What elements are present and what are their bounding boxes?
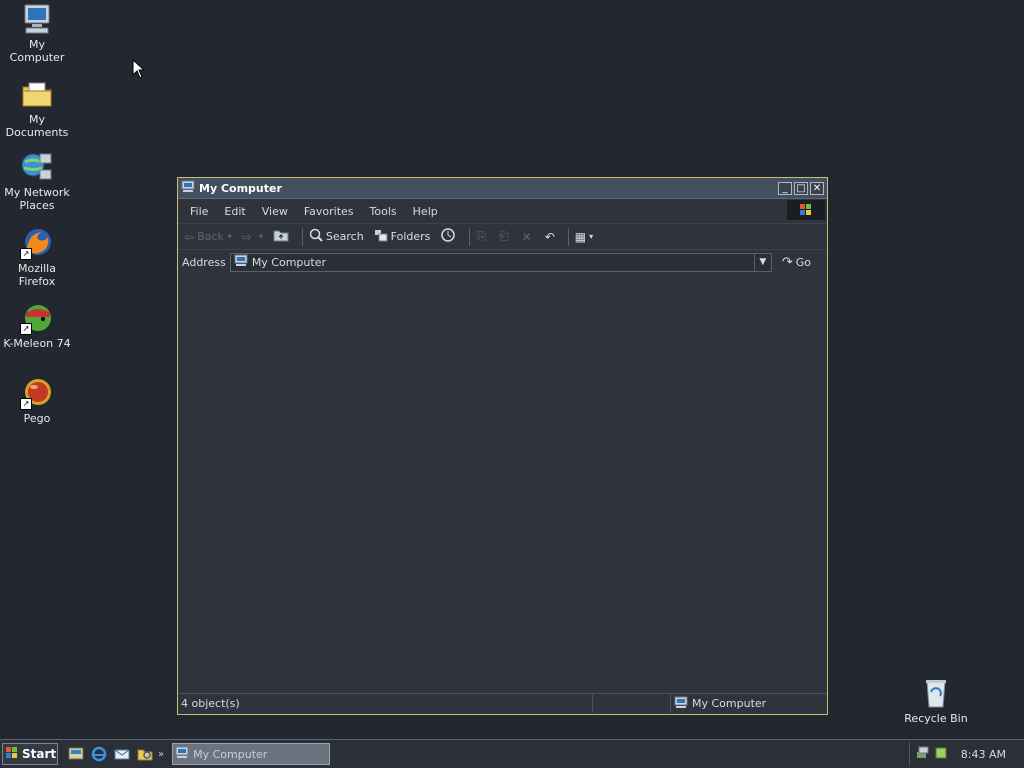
recycle-bin-icon (919, 676, 953, 710)
back-button[interactable]: ⇦ Back ▾ (184, 230, 232, 244)
go-arrow-icon: ↷ (781, 254, 793, 270)
search-button[interactable]: Search (309, 228, 364, 245)
toolbar-separator (301, 227, 303, 246)
move-to-icon: ⎘ (476, 229, 487, 243)
desktop-icon-my-computer[interactable]: My Computer (0, 2, 74, 64)
address-label: Address (182, 255, 226, 269)
close-button[interactable]: ✕ (810, 181, 824, 195)
desktop-icon-pego[interactable]: ↗ Pego (0, 376, 74, 425)
desktop-icon-label: Mozilla Firefox (18, 262, 56, 288)
network-globe-icon (20, 150, 54, 184)
internet-explorer-icon[interactable] (91, 746, 107, 762)
desktop-icon-k-meleon[interactable]: ↗ K-Meleon 74 (0, 301, 74, 350)
history-icon (440, 227, 456, 246)
go-button[interactable]: ↷ Go (782, 255, 811, 270)
menu-tools[interactable]: Tools (362, 205, 405, 218)
toolbar-separator (567, 227, 569, 246)
menu-view[interactable]: View (254, 205, 296, 218)
copy-to-button[interactable]: ⎗ (499, 229, 512, 244)
status-object-count: 4 object(s) (178, 694, 593, 713)
explorer-search-icon[interactable] (137, 746, 153, 762)
folder-content-area[interactable] (178, 273, 827, 691)
views-dropdown-icon: ▾ (589, 232, 594, 241)
firefox-icon: ↗ (20, 226, 54, 260)
taskbar-clock[interactable]: 8:43 AM (961, 748, 1006, 761)
status-empty-cell (593, 694, 671, 713)
history-button[interactable] (440, 227, 459, 246)
maximize-button[interactable]: □ (794, 181, 808, 195)
delete-button[interactable]: ✕ (522, 230, 535, 244)
desktop-icon-recycle-bin[interactable]: Recycle Bin (899, 676, 973, 725)
desktop-icon-label: Recycle Bin (904, 712, 968, 725)
window-titlebar[interactable]: My Computer _ □ ✕ (178, 178, 827, 199)
forward-arrow-icon: ⇨ (241, 229, 252, 244)
up-folder-icon (273, 228, 289, 245)
k-meleon-icon: ↗ (20, 301, 54, 335)
shortcut-arrow-icon: ↗ (20, 398, 32, 410)
views-grid-icon: ▦ (574, 229, 587, 244)
desktop-icon-label: My Documents (5, 113, 69, 139)
outlook-express-icon[interactable] (114, 746, 130, 762)
standard-toolbar: ⇦ Back ▾ ⇨ ▾ Search Folders ⎘ ⎗ ✕ ↶ ▦ ▾ (178, 224, 827, 250)
status-computer-icon (674, 696, 688, 712)
start-button[interactable]: Start (2, 743, 58, 765)
pego-icon: ↗ (20, 376, 54, 410)
window-computer-icon (181, 180, 195, 196)
system-tray: 8:43 AM (909, 742, 1024, 766)
menu-favorites[interactable]: Favorites (296, 205, 362, 218)
address-computer-icon (234, 254, 248, 270)
address-bar: Address My Computer ▼ ↷ Go (178, 250, 827, 275)
folders-icon (374, 229, 388, 245)
shortcut-arrow-icon: ↗ (20, 323, 32, 335)
desktop-icon-label: My Computer (9, 38, 65, 64)
address-input[interactable]: My Computer ▼ (229, 252, 772, 272)
desktop-icon-mozilla-firefox[interactable]: ↗ Mozilla Firefox (0, 226, 74, 288)
quick-launch-overflow-icon[interactable]: » (158, 749, 164, 760)
safely-remove-tray-icon[interactable] (935, 746, 947, 763)
status-location: My Computer (671, 694, 826, 713)
taskbar: Start » My Computer 8:43 AM (0, 739, 1024, 768)
mouse-cursor-icon (132, 58, 146, 82)
menu-help[interactable]: Help (405, 205, 446, 218)
forward-button[interactable]: ⇨ ▾ (242, 230, 263, 244)
computer-icon (20, 2, 54, 36)
menu-file[interactable]: File (182, 205, 216, 218)
minimize-button[interactable]: _ (778, 181, 792, 195)
folders-button[interactable]: Folders (374, 229, 430, 245)
back-arrow-icon: ⇦ (184, 229, 195, 244)
undo-icon: ↶ (544, 229, 555, 244)
task-button-my-computer[interactable]: My Computer (172, 743, 331, 765)
address-value: My Computer (251, 255, 326, 269)
documents-folder-icon (20, 77, 54, 111)
desktop-icon-my-documents[interactable]: My Documents (0, 77, 74, 139)
up-folder-button[interactable] (273, 228, 292, 245)
windows-logo-icon (787, 200, 825, 220)
forward-dropdown-icon[interactable]: ▾ (259, 232, 263, 241)
back-dropdown-icon[interactable]: ▾ (228, 232, 232, 241)
explorer-window: My Computer _ □ ✕ File Edit View Favorit… (177, 177, 828, 715)
show-desktop-icon[interactable] (68, 746, 84, 762)
menu-bar: File Edit View Favorites Tools Help (178, 199, 827, 224)
network-tray-icon[interactable] (916, 746, 932, 763)
menu-edit[interactable]: Edit (216, 205, 253, 218)
status-bar: 4 object(s) My Computer (178, 693, 827, 714)
quick-launch: » (68, 746, 164, 762)
views-button[interactable]: ▦ ▾ (575, 230, 593, 244)
move-to-button[interactable]: ⎘ (476, 229, 489, 244)
desktop-icon-label: K-Meleon 74 (3, 337, 71, 350)
task-computer-icon (175, 746, 189, 762)
copy-to-icon: ⎗ (499, 229, 509, 243)
windows-flag-icon (6, 746, 18, 762)
desktop-icon-label: My Network Places (4, 186, 70, 212)
search-icon (309, 228, 323, 245)
window-title: My Computer (199, 181, 282, 195)
desktop-icon-label: Pego (23, 412, 51, 425)
delete-icon: ✕ (521, 229, 532, 244)
shortcut-arrow-icon: ↗ (20, 248, 32, 260)
address-dropdown-button[interactable]: ▼ (753, 253, 771, 271)
desktop-icon-my-network-places[interactable]: My Network Places (0, 150, 74, 212)
undo-button[interactable]: ↶ (545, 230, 558, 244)
toolbar-separator (469, 227, 471, 246)
